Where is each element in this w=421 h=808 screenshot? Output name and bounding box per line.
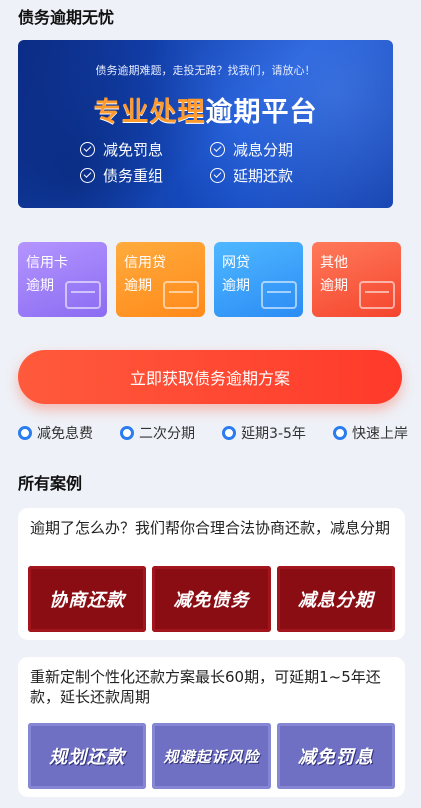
banner-feature: 延期还款 bbox=[210, 164, 340, 186]
category-sublabel: 逾期 bbox=[222, 278, 250, 294]
wallet-icon bbox=[163, 281, 199, 309]
category-sublabel: 逾期 bbox=[26, 278, 54, 294]
perk-list: 减免息费 二次分期 延期3-5年 快速上岸 bbox=[18, 423, 408, 443]
banner-feature-label: 减免罚息 bbox=[103, 140, 164, 159]
perk-label: 减免息费 bbox=[37, 426, 93, 442]
banner-feature: 减免罚息 bbox=[80, 138, 210, 160]
case-tags: 规划还款 规避起诉风险 减免罚息 bbox=[28, 723, 395, 789]
page-title: 债务逾期无忧 bbox=[18, 8, 115, 27]
get-plan-button[interactable]: 立即获取债务逾期方案 bbox=[18, 350, 402, 404]
category-other[interactable]: 其他 逾期 bbox=[312, 242, 401, 317]
category-sublabel: 逾期 bbox=[320, 278, 348, 294]
perk-label: 延期3-5年 bbox=[241, 426, 306, 442]
banner-feature-label: 减息分期 bbox=[233, 140, 294, 159]
check-circle-icon bbox=[210, 167, 225, 183]
case-tags: 协商还款 减免债务 减息分期 bbox=[28, 566, 395, 632]
category-sublabel: 逾期 bbox=[124, 278, 152, 294]
banner-feature: 减息分期 bbox=[210, 138, 340, 160]
banner-tagline: 债务逾期难题，走投无路？找我们，请放心！ bbox=[95, 64, 316, 77]
case-card[interactable]: 重新定制个性化还款方案最长60期，可延期1~5年还款，延长还款周期 规划还款 规… bbox=[18, 657, 405, 797]
banner-feature-label: 延期还款 bbox=[233, 166, 294, 185]
bullet-ring-icon bbox=[120, 426, 135, 440]
case-tag: 减免罚息 bbox=[276, 723, 395, 789]
cases-section-title: 所有案例 bbox=[18, 474, 83, 493]
case-description: 逾期了怎么办？我们帮你合理合法协商还款，减息分期 bbox=[30, 519, 391, 537]
banner-headline-rest: 逾期平台 bbox=[205, 97, 318, 128]
perk-item: 减免息费 bbox=[18, 423, 93, 443]
category-label: 信用贷 bbox=[124, 255, 166, 271]
banner-feature: 债务重组 bbox=[80, 164, 210, 186]
category-label: 信用卡 bbox=[26, 255, 68, 271]
case-description: 重新定制个性化还款方案最长60期，可延期1~5年还款，延长还款周期 bbox=[30, 668, 381, 706]
banner-features: 减免罚息 减息分期 债务重组 延期还款 bbox=[80, 138, 340, 186]
case-tag: 规避起诉风险 bbox=[152, 723, 271, 789]
case-tag: 减免债务 bbox=[152, 566, 271, 632]
bullet-ring-icon bbox=[332, 426, 347, 440]
check-circle-icon bbox=[80, 167, 95, 183]
category-label: 其他 bbox=[320, 255, 348, 271]
card-icon bbox=[65, 281, 101, 309]
banner-headline-highlight: 专业处理 bbox=[93, 97, 206, 128]
banner-headline: 专业处理逾期平台 bbox=[18, 90, 393, 129]
banner-feature-label: 债务重组 bbox=[103, 166, 164, 185]
perk-item: 延期3-5年 bbox=[222, 423, 306, 443]
bullet-ring-icon bbox=[222, 426, 237, 440]
category-online-loan[interactable]: 网贷 逾期 bbox=[214, 242, 303, 317]
perk-label: 快速上岸 bbox=[351, 426, 408, 442]
category-credit-loan[interactable]: 信用贷 逾期 bbox=[116, 242, 205, 317]
case-tag: 规划还款 bbox=[28, 723, 147, 789]
category-row: 信用卡 逾期 信用贷 逾期 网贷 逾期 其他 逾期 bbox=[18, 242, 405, 317]
category-label: 网贷 bbox=[222, 255, 250, 271]
promo-banner[interactable]: 债务逾期难题，走投无路？找我们，请放心！ 专业处理逾期平台 减免罚息 减息分期 … bbox=[18, 40, 393, 208]
perk-item: 二次分期 bbox=[120, 423, 195, 443]
case-card[interactable]: 逾期了怎么办？我们帮你合理合法协商还款，减息分期 协商还款 减免债务 减息分期 bbox=[18, 508, 405, 640]
document-icon bbox=[359, 281, 395, 309]
perk-item: 快速上岸 bbox=[332, 423, 408, 443]
case-tag: 减息分期 bbox=[276, 566, 395, 632]
bullet-ring-icon bbox=[18, 426, 32, 440]
check-circle-icon bbox=[210, 141, 225, 157]
check-circle-icon bbox=[80, 141, 95, 157]
perk-label: 二次分期 bbox=[139, 426, 196, 442]
folder-icon bbox=[261, 281, 297, 309]
case-tag: 协商还款 bbox=[28, 566, 147, 632]
category-credit-card[interactable]: 信用卡 逾期 bbox=[18, 242, 107, 317]
